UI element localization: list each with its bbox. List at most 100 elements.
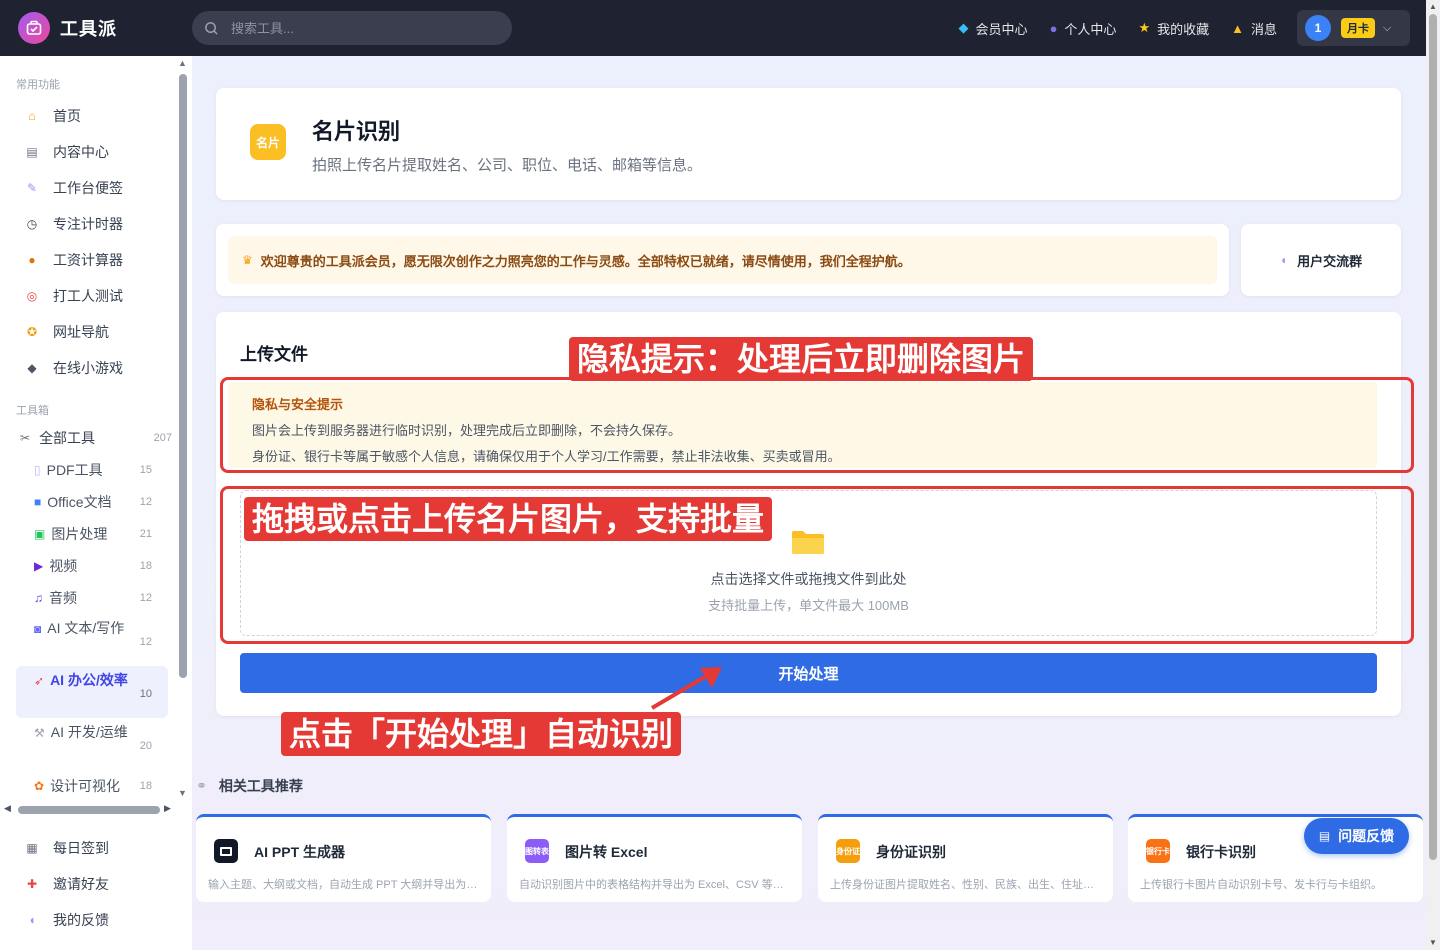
logo[interactable]: 工具派 [18,12,188,44]
sidebar-item-salary[interactable]: ● 工资计算器 [0,242,176,278]
sidebar-item-video[interactable]: ▶ 视频 18 [0,550,176,582]
related-tool-desc: 自动识别图片中的表格结构并导出为 Excel、CSV 等格式 [519,879,789,891]
scrollbar-thumb[interactable] [18,806,160,814]
nav-favorites[interactable]: ★ 我的收藏 [1138,19,1209,38]
sidebar-item-label: AI 文本/写作 [47,620,125,636]
scroll-up-icon[interactable]: ▲ [1429,2,1437,11]
sidebar: 常用功能 ⌂ 首页 ▤ 内容中心 ✎ 工作台便签 ◷ 专注计时器 ● 工资计算器 ◎ 打工人… [0,56,192,950]
sidebar-item-label: 内容中心 [53,144,109,160]
nav-messages[interactable]: ▲ 消息 [1231,19,1277,38]
target-icon: ◎ [26,289,38,303]
sidebar-item-label: 音频 [49,590,77,606]
section-toolbox: 工具箱 [16,405,49,417]
scrollbar-thumb[interactable] [179,74,187,678]
window-scrollbar[interactable]: ▲ ▼ [1426,0,1440,950]
sidebar-item-pdf[interactable]: ▯ PDF工具 15 [0,454,176,486]
search-input[interactable] [231,20,481,36]
bell-icon: ▲ [1231,20,1244,36]
search-bar[interactable] [192,11,512,45]
related-tool-title: AI PPT 生成器 [254,844,346,860]
sidebar-item-checkin[interactable]: ▦ 每日签到 [0,830,176,866]
chat-icon: ◖ [28,913,36,927]
sidebar-item-feedback[interactable]: ◖ 我的反馈 [0,902,176,938]
sidebar-item-design[interactable]: ✿ 设计可视化 18 [0,770,176,800]
sidebar-item-image[interactable]: ▣ 图片处理 21 [0,518,176,550]
feedback-button[interactable]: ▤ 问题反馈 [1304,818,1409,854]
sidebar-item-office[interactable]: ■ Office文档 12 [0,486,176,518]
wrench-icon: ⚒ [34,726,45,740]
sidebar-item-label: 在线小游戏 [53,360,123,376]
sidebar-item-ai-writing[interactable]: ◙ AI 文本/写作 12 [0,614,176,666]
sidebar-item-notes[interactable]: ✎ 工作台便签 [0,170,176,206]
tool-count: 18 [139,560,152,572]
scroll-right-icon[interactable]: ▶ [164,803,171,814]
sidebar-item-worker-test[interactable]: ◎ 打工人测试 [0,278,176,314]
tool-count: 15 [139,464,152,476]
star-icon: ★ [1138,20,1151,35]
sidebar-item-nav[interactable]: ✪ 网址导航 [0,314,176,350]
sidebar-bottom: ▦ 每日签到 ✚ 邀请好友 ◖ 我的反馈 [0,830,176,938]
start-processing-button[interactable]: 开始处理 [240,653,1377,693]
user-menu[interactable]: 1 月卡 ⌵ [1297,10,1410,46]
tool-count: 21 [139,528,152,540]
search-icon [205,21,218,35]
chat-bubble-icon: ◖ [1279,253,1288,267]
nav-personal-center[interactable]: ● 个人中心 [1050,19,1117,38]
sidebar-item-content[interactable]: ▤ 内容中心 [0,134,176,170]
membership-badge: 月卡 [1341,18,1375,38]
image-to-excel-icon: 图转表 [525,839,549,863]
scroll-up-icon[interactable]: ▲ [178,58,187,68]
timer-icon: ◷ [26,217,38,231]
pdf-icon: ▯ [34,463,41,477]
related-tool-card[interactable]: 图转表 图片转 Excel 自动识别图片中的表格结构并导出为 Excel、CSV… [507,814,802,902]
sidebar-item-label: 打工人测试 [53,288,123,304]
sidebar-item-label: AI 办公/效率 [50,672,128,688]
sidebar-item-home[interactable]: ⌂ 首页 [0,98,176,134]
feedback-label: 问题反馈 [1338,828,1395,844]
related-tool-title: 银行卡识别 [1186,844,1256,860]
chevron-down-icon: ⌵ [1383,21,1392,34]
note-icon: ✎ [26,181,38,195]
sidebar-item-label: 我的反馈 [53,912,109,928]
sidebar-item-games[interactable]: ◆ 在线小游戏 [0,350,176,386]
image-icon: ▣ [34,527,46,541]
sidebar-item-label: 每日签到 [53,840,109,856]
sidebar-item-ai-dev[interactable]: ⚒ AI 开发/运维 20 [0,718,176,770]
video-icon: ▶ [34,559,44,573]
nav-member-center[interactable]: ◆ 会员中心 [959,19,1028,38]
scrollbar-thumb[interactable] [1429,14,1437,860]
sidebar-item-label: 首页 [53,108,81,124]
related-tools-heading: ⚭ 相关工具推荐 [196,776,303,796]
document-icon: ▤ [1318,829,1331,843]
tool-header-card: 名片 名片识别 拍照上传名片提取姓名、公司、职位、电话、邮箱等信息。 [216,88,1401,200]
sidebar-horizontal-scrollbar[interactable]: ◀ ▶ [4,803,174,816]
sidebar-item-invite[interactable]: ✚ 邀请好友 [0,866,176,902]
nav-label: 会员中心 [975,21,1028,37]
user-group-button[interactable]: ◖ 用户交流群 [1241,224,1401,296]
annotation-label-privacy: 隐私提示：处理后立即删除图片 [569,337,1034,381]
scroll-left-icon[interactable]: ◀ [4,803,11,814]
sidebar-item-audio[interactable]: ♫ 音频 12 [0,582,176,614]
sidebar-item-ai-office[interactable]: ➶ AI 办公/效率 10 [16,666,168,718]
logo-icon [18,12,50,44]
sidebar-item-label: 工作台便签 [53,180,123,196]
scroll-down-icon[interactable]: ▼ [1429,938,1437,947]
id-card-icon: 身份证 [836,839,860,863]
scroll-down-icon[interactable]: ▼ [178,788,187,798]
money-icon: ● [28,253,36,267]
related-tool-card[interactable]: 身份证 身份证识别 上传身份证图片提取姓名、性别、民族、出生、住址等信息 [818,814,1113,902]
tool-count: 12 [139,636,152,648]
tool-count: 20 [139,740,152,752]
related-tool-desc: 输入主题、大纲或文档，自动生成 PPT 大纲并导出为 PPTX [208,879,478,891]
sidebar-item-all-tools[interactable]: ✂ 全部工具 207 [0,422,176,454]
office-icon: ■ [34,495,42,509]
tools-icon: ✂ [20,431,31,445]
palette-icon: ✿ [34,779,45,793]
page-subtitle: 拍照上传名片提取姓名、公司、职位、电话、邮箱等信息。 [312,157,703,174]
sidebar-item-label: 视频 [49,558,78,574]
sidebar-item-timer[interactable]: ◷ 专注计时器 [0,206,176,242]
gamepad-icon: ◆ [27,361,37,375]
related-tool-card[interactable]: AI PPT 生成器 输入主题、大纲或文档，自动生成 PPT 大纲并导出为 PP… [196,814,491,902]
bank-card-icon: 银行卡 [1146,839,1170,863]
sidebar-vertical-scrollbar[interactable]: ▲ ▼ [178,58,188,800]
